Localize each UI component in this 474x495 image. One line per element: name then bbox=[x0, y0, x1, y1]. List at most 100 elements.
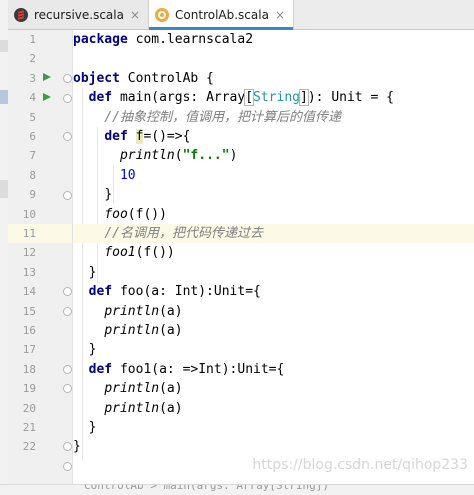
line-number: 7 bbox=[29, 149, 36, 163]
project-tree-row[interactable] bbox=[0, 40, 8, 52]
scala-object-icon bbox=[155, 7, 170, 22]
fold-icon[interactable] bbox=[63, 384, 72, 393]
code-line-14: def foo(a: Int):Unit={ bbox=[73, 282, 474, 301]
editor-gutter[interactable]: 1 2 3 4 5 6 7 8 9 10 11 12 13 14 15 16 1… bbox=[8, 30, 73, 485]
run-object-icon[interactable] bbox=[43, 73, 51, 81]
method-call: foo bbox=[104, 206, 128, 222]
code-token: (a) bbox=[159, 381, 183, 397]
fold-icon[interactable] bbox=[63, 74, 72, 83]
fold-icon[interactable] bbox=[63, 94, 72, 103]
tab-label: recursive.scala bbox=[34, 7, 124, 22]
tab-controlab-scala[interactable]: ControlAb.scala × bbox=[149, 0, 295, 30]
project-tree-row-selected[interactable] bbox=[0, 90, 8, 104]
code-line-1: package com.learnscala2 bbox=[73, 30, 474, 49]
keyword: package bbox=[73, 32, 128, 47]
number-literal: 10 bbox=[119, 167, 136, 183]
method-call: println bbox=[104, 303, 160, 319]
fold-icon[interactable] bbox=[63, 132, 72, 141]
code-token: main(args: bbox=[112, 90, 207, 106]
keyword: def bbox=[88, 361, 113, 377]
line-number: 20 bbox=[22, 401, 36, 415]
bracket: ] bbox=[299, 89, 309, 107]
comment: //抽象控制，值调用，把计算后的值传递 bbox=[104, 109, 341, 125]
fold-icon[interactable] bbox=[63, 191, 72, 200]
method-call: println bbox=[104, 381, 160, 397]
breadcrumb[interactable]: ControlAb > main(args: Array[String]) bbox=[84, 485, 329, 492]
code-token: (a) bbox=[159, 323, 183, 338]
close-icon[interactable]: × bbox=[130, 9, 140, 21]
code-line-7: println("f...") bbox=[73, 146, 474, 165]
code-token: } bbox=[73, 439, 81, 455]
code-line-20: println(a) bbox=[73, 399, 474, 418]
line-number: 12 bbox=[22, 246, 36, 260]
code-line-6: def f=()=>{ bbox=[73, 127, 474, 146]
code-token: foo(a: Int):Unit={ bbox=[112, 284, 261, 300]
code-editor[interactable]: 1 2 3 4 5 6 7 8 9 10 11 12 13 14 15 16 1… bbox=[8, 30, 474, 485]
code-token: =()=>{ bbox=[143, 129, 191, 144]
code-line-18: def foo1(a: =>Int):Unit={ bbox=[73, 360, 474, 379]
code-token: (a) bbox=[159, 400, 183, 416]
code-token: } bbox=[88, 420, 97, 435]
fold-icon[interactable] bbox=[63, 442, 72, 451]
line-number: 15 bbox=[22, 304, 36, 318]
fold-icon[interactable] bbox=[63, 287, 72, 296]
keyword: def bbox=[104, 129, 128, 144]
line-number: 14 bbox=[22, 285, 36, 299]
line-number: 4 bbox=[29, 91, 36, 105]
method-call: foo1 bbox=[104, 245, 136, 261]
method-call: println bbox=[104, 400, 160, 416]
fold-icon[interactable] bbox=[63, 307, 72, 316]
line-number: 5 bbox=[29, 110, 36, 124]
keyword: def bbox=[88, 284, 113, 300]
scala-file-icon bbox=[14, 7, 28, 22]
breadcrumb-bar[interactable]: ControlAb > main(args: Array[String]) bbox=[0, 484, 474, 495]
fold-icon[interactable] bbox=[63, 462, 72, 471]
code-token: = { bbox=[362, 90, 394, 106]
code-token: foo1(a: =>Int):Unit={ bbox=[112, 361, 285, 377]
close-icon[interactable]: × bbox=[275, 9, 285, 21]
keyword: def bbox=[88, 90, 113, 106]
line-number: 1 bbox=[29, 33, 36, 46]
code-line-17: } bbox=[73, 340, 474, 359]
code-token: (a) bbox=[159, 303, 183, 319]
code-token: ( bbox=[174, 148, 183, 164]
line-number: 9 bbox=[29, 188, 36, 202]
code-line-12: foo1(f()) bbox=[73, 243, 474, 262]
project-tree-row[interactable] bbox=[0, 180, 8, 198]
line-number: 22 bbox=[22, 440, 36, 454]
line-number: 19 bbox=[22, 382, 36, 396]
type-name: Unit bbox=[331, 90, 363, 106]
line-number: 8 bbox=[29, 168, 36, 182]
line-number: 17 bbox=[22, 343, 36, 357]
code-text-area[interactable]: package com.learnscala2 object ControlAb… bbox=[73, 30, 474, 485]
bracket: [ bbox=[244, 89, 255, 107]
line-number: 13 bbox=[22, 265, 36, 279]
line-number: 2 bbox=[29, 52, 36, 66]
tab-recursive-scala[interactable]: recursive.scala × bbox=[8, 0, 150, 29]
code-token: } bbox=[104, 187, 113, 203]
run-main-icon[interactable] bbox=[43, 93, 51, 101]
code-line-15: println(a) bbox=[73, 302, 474, 321]
code-line-19: println(a) bbox=[73, 379, 474, 398]
object-name: ControlAb { bbox=[119, 70, 214, 86]
line-number: 18 bbox=[22, 362, 36, 376]
code-line-11-current: //名调用，把代码传递过去 bbox=[73, 224, 474, 244]
type-name: String bbox=[253, 90, 300, 106]
line-number: 11 bbox=[22, 227, 36, 240]
code-line-16: println(a) bbox=[73, 321, 474, 340]
keyword: object bbox=[73, 70, 120, 86]
code-token: (f()) bbox=[127, 206, 167, 222]
comment: //名调用，把代码传递过去 bbox=[104, 226, 263, 241]
code-token: } bbox=[88, 264, 97, 280]
method-call: println bbox=[104, 323, 160, 338]
code-line-8: 10 bbox=[73, 166, 474, 185]
code-line-3: object ControlAb { bbox=[73, 69, 474, 88]
fold-icon[interactable] bbox=[63, 365, 72, 374]
string-literal: "f..." bbox=[182, 148, 230, 164]
tab-label: ControlAb.scala bbox=[175, 7, 269, 22]
code-line-9: } bbox=[73, 185, 474, 204]
code-line-4: def main(args: Array[String]): Unit = { bbox=[73, 88, 474, 107]
line-number: 3 bbox=[29, 71, 36, 85]
code-line-5: //抽象控制，值调用，把计算后的值传递 bbox=[73, 108, 474, 127]
